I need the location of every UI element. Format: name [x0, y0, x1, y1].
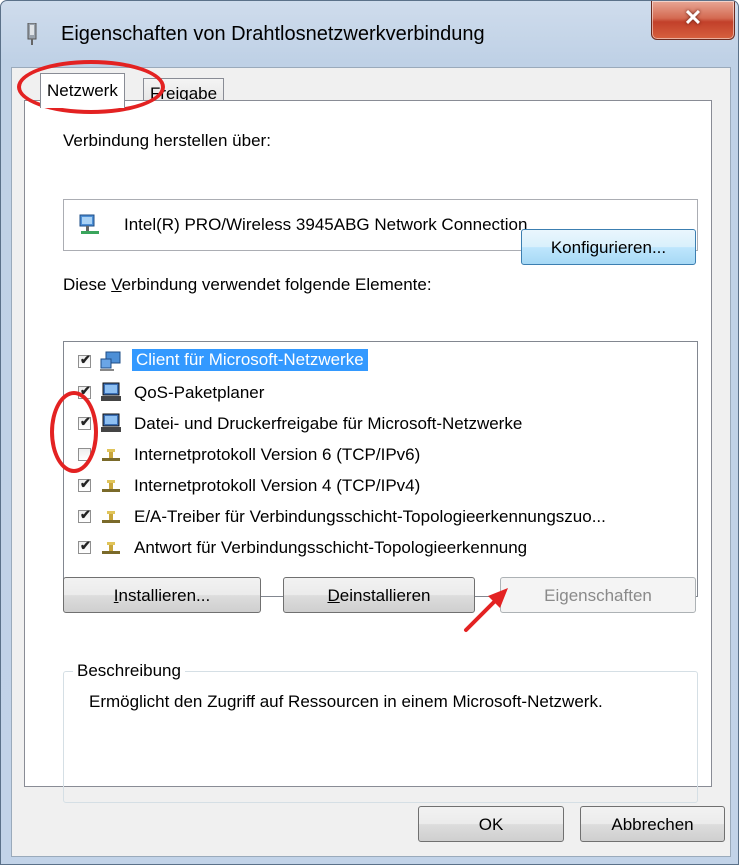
annotation-arrow-icon	[464, 588, 508, 632]
check-icon: ✔	[80, 507, 91, 522]
uninstall-accesskey: D	[327, 586, 340, 605]
item-label: QoS-Paketplaner	[134, 383, 265, 402]
item-label: Internetprotokoll Version 6 (TCP/IPv6)	[134, 445, 421, 464]
list-item[interactable]: ✔ E/A-Treiber für Verbindungsschicht-Top…	[64, 503, 697, 531]
check-icon: ✔	[80, 538, 91, 553]
item-label: Client für Microsoft-Netzwerke	[132, 349, 368, 371]
item-label: Datei- und Druckerfreigabe für Microsoft…	[134, 414, 523, 433]
close-button[interactable]: ✕	[651, 1, 735, 40]
service-icon	[101, 382, 121, 401]
network-card-icon	[79, 214, 99, 234]
close-icon: ✕	[683, 5, 703, 30]
protocol-icon	[102, 480, 120, 492]
client-network-icon	[100, 351, 121, 371]
list-item[interactable]: ✔ Antwort für Verbindungsschicht-Topolog…	[64, 534, 697, 562]
item-label: Antwort für Verbindungsschicht-Topologie…	[134, 538, 528, 557]
ok-button[interactable]: OK	[418, 806, 564, 842]
items-label-accesskey: V	[111, 275, 122, 294]
list-item[interactable]: ✔ Internetprotokoll Version 4 (TCP/IPv4)	[64, 472, 697, 500]
network-adapter-icon	[27, 23, 37, 45]
protocol-icon	[102, 542, 120, 554]
protocol-icon	[102, 511, 120, 523]
service-icon	[101, 413, 121, 432]
item-label: E/A-Treiber für Verbindungsschicht-Topol…	[134, 507, 606, 526]
components-list[interactable]: ✔ Client für Microsoft-Netzwerke ✔ QoS-P…	[63, 341, 698, 597]
item-checkbox[interactable]: ✔	[78, 538, 91, 554]
list-item[interactable]: Internetprotokoll Version 6 (TCP/IPv6)	[64, 441, 697, 469]
install-button[interactable]: Installieren...	[63, 577, 261, 613]
items-label: Diese Verbindung verwendet folgende Elem…	[63, 275, 432, 295]
adapter-name: Intel(R) PRO/Wireless 3945ABG Network Co…	[124, 215, 528, 234]
title-bar[interactable]: Eigenschaften von Drahtlosnetzwerkverbin…	[1, 1, 738, 67]
install-label: nstallieren...	[118, 586, 211, 605]
connect-label: Verbindung herstellen über:	[63, 131, 271, 150]
item-checkbox[interactable]: ✔	[78, 476, 91, 492]
configure-button[interactable]: Konfigurieren...	[521, 229, 696, 265]
description-text: Ermöglicht den Zugriff auf Ressourcen in…	[89, 692, 603, 711]
item-label: Internetprotokoll Version 4 (TCP/IPv4)	[134, 476, 421, 495]
items-label-after: erbindung verwendet folgende Elemente:	[121, 275, 432, 294]
items-label-before: Diese	[63, 275, 112, 294]
item-checkbox[interactable]: ✔	[78, 507, 91, 523]
uninstall-button[interactable]: Deinstallieren	[283, 577, 475, 613]
tab-netzwerk[interactable]: Netzwerk	[40, 73, 125, 108]
list-item[interactable]: ✔ Client für Microsoft-Netzwerke	[64, 348, 697, 376]
check-icon: ✔	[80, 352, 91, 367]
uninstall-label: einstallieren	[339, 586, 431, 605]
window-title: Eigenschaften von Drahtlosnetzwerkverbin…	[61, 23, 485, 45]
description-title: Beschreibung	[73, 661, 185, 681]
properties-button[interactable]: Eigenschaften	[500, 577, 696, 613]
protocol-icon	[102, 449, 120, 461]
check-icon: ✔	[80, 476, 91, 491]
item-checkbox[interactable]: ✔	[78, 352, 91, 368]
annotation-circle-checkboxes	[50, 391, 98, 473]
cancel-button[interactable]: Abbrechen	[580, 806, 725, 842]
list-item[interactable]: ✔ QoS-Paketplaner	[64, 379, 697, 407]
list-item[interactable]: ✔ Datei- und Druckerfreigabe für Microso…	[64, 410, 697, 438]
netzwerk-panel: Verbindung herstellen über: Intel(R) PRO…	[24, 100, 712, 803]
